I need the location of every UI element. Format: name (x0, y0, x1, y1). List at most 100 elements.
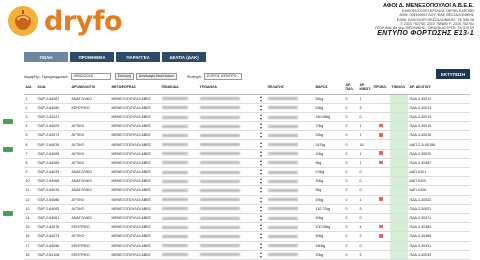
invoice-cell[interactable] (390, 94, 408, 104)
reorder-arrows-icon[interactable] (260, 132, 264, 139)
date-input[interactable]: 05/02/2016 (70, 72, 111, 80)
invoice-cell[interactable] (390, 112, 408, 123)
table-row[interactable]: 4 ΠΑΡ-2-64029 ΔΥΤΙΚΟ ΜΕΝΕΞΟΠΟΥΛΟΙ ΑΒΕΕ 70kg 0… (24, 121, 470, 132)
table-row[interactable]: 1 ΠΑΡ-2-64087 ΑΝΑΤΟΛΙΚΟ ΜΕΝΕΞΟΠΟΥΛΟΙ ΑΒΕΕ 54… (24, 94, 470, 104)
invoice-cell[interactable] (390, 204, 408, 214)
table-row[interactable]: 5 ΠΑΡ-2-63974 ΔΥΤΙΚΟ ΜΕΝΕΞΟΠΟΥΛΟΙ ΑΒΕΕ 32kg 0… (24, 130, 470, 141)
table-row[interactable]: 12 ΠΑΡ-2-64086 ΔΥΤΙΚΟ ΜΕΝΕΞΟΠΟΥΛΟΙ ΑΒΕΕ 20kg… (24, 195, 470, 205)
carrier-cell: ΜΕΝΕΞΟΠΟΥΛΟΙ ΑΒΕΕ (110, 213, 160, 224)
invoice-cell[interactable] (390, 185, 408, 196)
table-row[interactable]: 17 ΠΑΡ-2-64096 ΚΕΝΤΡΙΚΟ ΜΕΝΕΞΟΠΟΥΛΟΙ ΑΒΕΕ 18… (24, 241, 470, 251)
weight-cell: 20kg (314, 176, 344, 187)
reorder-arrows-icon[interactable] (260, 205, 264, 212)
table-row[interactable]: 9 ΠΑΡ-2-64039 ΑΝΑΤΟΛΙΚΟ ΜΕΝΕΞΟΠΟΥΛΟΙ ΑΒΕΕ 0.… (24, 167, 470, 178)
row-reorder (258, 213, 266, 224)
reorder-arrows-icon[interactable] (260, 233, 264, 240)
row-number: 1 (24, 94, 36, 104)
redacted-text (267, 189, 298, 193)
table-row[interactable]: 15 ΠΑΡ-2-64076 ΚΕΝΤΡΙΚΟ ΜΕΝΕΞΟΠΟΥΛΟΙ ΑΒΕΕ 10… (24, 222, 470, 233)
table-row[interactable]: 3 ΠΑΡ-2-63221 ΜΕΝΕΞΟΠΟΥΛΟΙ ΑΒΕΕ 150.68kg 0 0 Π… (24, 112, 470, 123)
problem-flag-icon[interactable] (379, 123, 383, 128)
reorder-arrows-icon[interactable] (260, 224, 264, 231)
invoice-cell[interactable] (390, 167, 408, 178)
print-button[interactable]: ΕΚΤΥΠΩΣΗ (436, 69, 470, 79)
reorder-arrows-icon[interactable] (260, 150, 264, 157)
row-number: 18 (24, 250, 36, 260)
invoice-cell[interactable] (390, 121, 408, 132)
clear-shipments-button[interactable]: Απαλοιφή Αποστολών (135, 72, 178, 80)
invoice-cell[interactable] (390, 149, 408, 159)
row-number: 17 (24, 241, 36, 251)
route-select[interactable]: ΣΟΡΟΣ ΚΕΝΤΡΟ (203, 72, 242, 80)
invoice-cell[interactable] (390, 139, 408, 150)
delivery-note-cell: ΠΔΑ-3-30021 (408, 204, 470, 214)
col-header: ΑΡ. ΔΕΛΤΙΟΥ (408, 83, 470, 95)
problem-flag-icon[interactable] (379, 234, 383, 238)
table-row[interactable]: 11 ΠΑΡ-2-64035 ΑΝΑΤΟΛΙΚΟ ΜΕΝΕΞΟΠΟΥΛΟΙ ΑΒΕΕ 5… (24, 185, 470, 196)
table-row[interactable]: 18 ΠΑΡ-2-64108 ΚΕΝΤΡΙΚΟ ΜΕΝΕΞΟΠΟΥΛΟΙ ΑΒΕΕ 20… (24, 250, 470, 260)
reorder-arrows-icon[interactable] (260, 196, 264, 203)
reorder-arrows-icon[interactable] (260, 159, 264, 166)
problem-flag-icon[interactable] (379, 197, 383, 201)
invoice-cell[interactable] (390, 195, 408, 205)
invoice-cell[interactable] (390, 103, 408, 113)
table-row[interactable]: 13 ΠΑΡ-2-64093 ΔΥΤΙΚΟ ΜΕΝΕΞΟΠΟΥΛΟΙ ΑΒΕΕ 110.… (24, 204, 470, 214)
invoice-cell[interactable] (390, 158, 408, 169)
invoice-cell[interactable] (390, 222, 408, 233)
table-row[interactable]: 10 ΠΑΡ-2-64065 ΑΝΑΤΟΛΙΚΟ ΜΕΝΕΞΟΠΟΥΛΟΙ ΑΒΕΕ 2… (24, 176, 470, 187)
reorder-arrows-icon[interactable] (260, 95, 264, 102)
search-button[interactable]: Επιλογή (114, 72, 134, 80)
route-cell: ΔΥΤΙΚΟ (70, 130, 110, 141)
redacted-text (161, 234, 188, 238)
weight-cell: 40kg (314, 213, 344, 224)
customer-cell (266, 231, 314, 242)
invoice-cell[interactable] (390, 213, 408, 224)
reorder-arrows-icon[interactable] (260, 123, 264, 130)
reorder-arrows-icon[interactable] (260, 113, 264, 120)
weight-cell: 70kg (314, 121, 344, 132)
row-number: 12 (24, 195, 36, 205)
delivery-note-cell: ΔΑΠ-0421 (408, 167, 470, 178)
tab-delivery-notes[interactable]: ΔΕΛΤΙΑ (ΔΑΚ) (162, 52, 206, 62)
problem-flag-icon[interactable] (379, 151, 383, 155)
customer-cell (266, 130, 314, 141)
brand-logo[interactable]: dryfo (6, 4, 123, 38)
driver-cell (198, 222, 258, 233)
table-row[interactable]: 14 ΠΑΡ-2-64061 ΑΝΑΤΟΛΙΚΟ ΜΕΝΕΞΟΠΟΥΛΟΙ ΑΒΕΕ 4… (24, 213, 470, 224)
reorder-arrows-icon[interactable] (260, 187, 264, 194)
tab-orders[interactable]: ΠΑΡΑΓΓΕΛ (116, 52, 160, 62)
problem-flag-icon[interactable] (379, 224, 383, 229)
shipment-code: ΠΑΡ-2-63974 (36, 130, 70, 141)
col-header: Α/Α (24, 83, 36, 95)
redacted-text (161, 207, 188, 211)
driver-cell (198, 204, 258, 214)
redacted-text (199, 143, 240, 147)
problem-flag-icon[interactable] (379, 160, 383, 165)
tab-supply[interactable]: ΠΡΟΜΗΘΕΙΑ (70, 52, 114, 62)
row-reorder (258, 158, 266, 169)
tab-sales[interactable]: ΠΩΛΗ (24, 52, 68, 62)
invoice-cell[interactable] (390, 176, 408, 187)
reorder-arrows-icon[interactable] (260, 215, 264, 222)
driver-cell (198, 231, 258, 242)
invoice-cell[interactable] (390, 130, 408, 141)
invoice-cell[interactable] (390, 250, 408, 260)
table-row[interactable]: 6 ΠΑΡ-2-64039 ΔΥΤΙΚΟ ΜΕΝΕΞΟΠΟΥΛΟΙ ΑΒΕΕ 247kg… (24, 139, 470, 150)
pallets-cell: 0 (344, 250, 358, 260)
carrier-cell: ΜΕΝΕΞΟΠΟΥΛΟΙ ΑΒΕΕ (110, 176, 160, 187)
boxes-cell: 3 (358, 103, 372, 113)
problem-flag-icon[interactable] (379, 133, 383, 137)
delivery-note-cell: ΠΔΑ-3-30016 (408, 130, 470, 141)
table-row[interactable]: 8 ΠΑΡ-2-64089 ΔΥΤΙΚΟ ΜΕΝΕΞΟΠΟΥΛΟΙ ΑΒΕΕ 9kg 0 1… (24, 158, 470, 169)
invoice-cell[interactable] (390, 241, 408, 251)
table-row[interactable]: 7 ΠΑΡ-2-64085 ΔΥΤΙΚΟ ΜΕΝΕΞΟΠΟΥΛΟΙ ΑΒΕΕ 10kg 0… (24, 149, 470, 159)
reorder-arrows-icon[interactable] (260, 178, 264, 185)
reorder-arrows-icon[interactable] (260, 251, 264, 258)
invoice-cell[interactable] (390, 231, 408, 242)
reorder-arrows-icon[interactable] (260, 141, 264, 148)
table-row[interactable]: 2 ΠΑΡ-2-64080 ΚΕΝΤΡΙΚΟ ΜΕΝΕΞΟΠΟΥΛΟΙ ΑΒΕΕ 53k… (24, 103, 470, 113)
reorder-arrows-icon[interactable] (260, 104, 264, 111)
reorder-arrows-icon[interactable] (260, 169, 264, 176)
table-row[interactable]: 16 ΠΑΡ-2-64073 ΔΥΤΙΚΟ ΜΕΝΕΞΟΠΟΥΛΟΙ ΑΒΕΕ 60kg… (24, 231, 470, 242)
reorder-arrows-icon[interactable] (260, 242, 264, 249)
